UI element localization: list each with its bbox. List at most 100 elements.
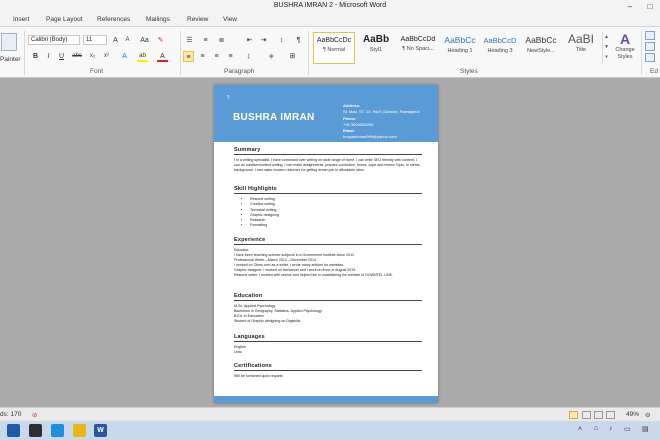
volume-icon[interactable]: ♪ bbox=[609, 425, 613, 432]
paste-icon[interactable] bbox=[1, 33, 17, 51]
maximize-icon[interactable]: □ bbox=[640, 0, 660, 14]
contact-info: Address: St. Mad. ST. 13 ,Hs#7,Gulistan,… bbox=[343, 103, 419, 141]
tab-references[interactable]: References bbox=[97, 16, 130, 23]
start-icon[interactable] bbox=[7, 424, 20, 437]
grow-font-button[interactable]: A bbox=[110, 35, 121, 46]
network-icon[interactable]: ⌂ bbox=[594, 425, 598, 432]
summary-text: I m a writing specialist. I have command… bbox=[234, 158, 420, 172]
tab-review[interactable]: Review bbox=[187, 16, 208, 23]
notifications-icon[interactable]: ▤ bbox=[642, 425, 649, 433]
style-heading-3[interactable]: AaBbCcD Heading 3 bbox=[479, 32, 521, 64]
find-icon[interactable] bbox=[645, 31, 655, 40]
window-title: BUSHRA IMRAN 2 - Microsoft Word bbox=[273, 2, 387, 9]
change-case-button[interactable]: Aa bbox=[139, 35, 150, 46]
format-painter-label[interactable]: Painter bbox=[0, 56, 21, 63]
clear-format-icon[interactable]: ✎ bbox=[155, 35, 166, 46]
paragraph-group-label: Paragraph bbox=[224, 68, 255, 75]
style-title[interactable]: AaBI Title bbox=[562, 32, 600, 64]
text-effects-button[interactable]: A bbox=[119, 51, 130, 62]
replace-icon[interactable] bbox=[645, 42, 655, 51]
style-normal[interactable]: AaBbCcDc ¶ Normal bbox=[313, 32, 355, 64]
tray-up-icon[interactable]: ˄ bbox=[578, 426, 582, 433]
strikethrough-button[interactable]: abc bbox=[70, 51, 84, 62]
ribbon: Painter Calibri (Body) 11 A A Aa ✎ B I U… bbox=[0, 27, 660, 78]
zoom-level[interactable]: 49% bbox=[626, 411, 639, 418]
styles-scroll[interactable]: ▲ ▼ ▾ bbox=[602, 32, 610, 64]
proofing-icon[interactable]: ⊘ bbox=[32, 411, 37, 419]
list-item: Student of Graphic designing on Digiskil… bbox=[234, 319, 302, 323]
phone-value: +92 3000000094 bbox=[343, 121, 374, 127]
font-size-select[interactable]: 11 bbox=[83, 35, 107, 45]
email-value: bnquanimran999@yahoo.com bbox=[343, 134, 397, 140]
style-heading-1-name: Heading 1 bbox=[447, 48, 473, 54]
style-styl1-name: Styl1 bbox=[369, 47, 383, 53]
style-newstyle-name: NewStyle... bbox=[527, 48, 555, 54]
show-formatting-button[interactable]: ¶ bbox=[293, 35, 304, 46]
italic-button[interactable]: I bbox=[43, 51, 54, 62]
style-newstyle[interactable]: AaBbCc NewStyle... bbox=[520, 32, 562, 64]
change-styles-button[interactable]: A Change Styles bbox=[612, 31, 638, 69]
document-page[interactable]: ¶ BUSHRA IMRAN Address: St. Mad. ST. 13 … bbox=[214, 85, 438, 403]
align-center-icon[interactable]: ≡ bbox=[197, 51, 208, 62]
tab-view[interactable]: View bbox=[223, 16, 237, 23]
change-styles-icon: A bbox=[619, 31, 631, 47]
borders-icon[interactable]: ⊞ bbox=[287, 51, 298, 62]
style-normal-name: ¶ Normal bbox=[322, 47, 346, 53]
education-body: M.Sc. Applied Psychology Bachelors in Ge… bbox=[234, 304, 422, 324]
style-heading-1-preview: AaBbCc bbox=[444, 35, 476, 45]
justify-icon[interactable]: ≡ bbox=[225, 51, 236, 62]
list-item: Formatting bbox=[250, 223, 422, 228]
style-styl1[interactable]: AaBb Styl1 bbox=[355, 32, 397, 64]
address-label: Address: bbox=[343, 103, 361, 108]
task-view-icon[interactable] bbox=[29, 424, 42, 437]
decrease-indent-icon[interactable]: ⇤ bbox=[244, 35, 255, 46]
print-layout-icon[interactable] bbox=[569, 411, 578, 419]
languages-body: English Urdu bbox=[234, 345, 422, 355]
align-right-icon[interactable]: ≡ bbox=[211, 51, 222, 62]
draft-icon[interactable] bbox=[606, 411, 615, 419]
file-explorer-icon[interactable] bbox=[73, 424, 86, 437]
line-spacing-icon[interactable]: ↨ bbox=[243, 51, 254, 62]
bold-button[interactable]: B bbox=[30, 51, 41, 62]
web-layout-icon[interactable] bbox=[594, 411, 603, 419]
increase-indent-icon[interactable]: ⇥ bbox=[258, 35, 269, 46]
sort-icon[interactable]: ↕ bbox=[276, 35, 287, 46]
style-heading-3-preview: AaBbCcD bbox=[483, 36, 517, 45]
tab-mailings[interactable]: Mailings bbox=[146, 16, 170, 23]
style-newstyle-preview: AaBbCc bbox=[525, 35, 557, 45]
tab-page-layout[interactable]: Page Layout bbox=[46, 16, 83, 23]
shading-icon[interactable]: ◈ bbox=[266, 51, 277, 62]
edge-icon[interactable] bbox=[51, 424, 64, 437]
style-title-name: Title bbox=[575, 47, 587, 53]
styles-group-label: Styles bbox=[460, 68, 478, 75]
numbering-icon[interactable]: ≡ bbox=[200, 35, 211, 46]
bullets-icon[interactable]: ☰ bbox=[184, 35, 195, 46]
experience-heading: Experience bbox=[234, 237, 422, 245]
email-label: Email: bbox=[343, 128, 356, 134]
certifications-heading: Certifications bbox=[234, 363, 422, 371]
word-icon[interactable]: W bbox=[94, 424, 107, 437]
highlight-button[interactable]: ab bbox=[137, 51, 148, 62]
align-left-icon[interactable]: ≡ bbox=[183, 51, 194, 62]
multilevel-list-icon[interactable]: ≣ bbox=[216, 35, 227, 46]
underline-button[interactable]: U bbox=[56, 51, 67, 62]
summary-section: Summary I m a writing specialist. I have… bbox=[234, 147, 422, 173]
style-normal-preview: AaBbCcDc bbox=[316, 37, 352, 44]
font-color-button[interactable]: A bbox=[157, 51, 168, 62]
superscript-button[interactable]: x² bbox=[101, 51, 112, 62]
shrink-font-button[interactable]: A bbox=[122, 35, 133, 46]
skills-heading: Skill Highlights bbox=[234, 186, 422, 194]
subscript-button[interactable]: x₂ bbox=[87, 51, 98, 62]
style-heading-1[interactable]: AaBbCc Heading 1 bbox=[439, 32, 481, 64]
word-count[interactable]: ds: 170 bbox=[0, 411, 21, 418]
full-screen-icon[interactable] bbox=[582, 411, 591, 419]
font-name-select[interactable]: Calibri (Body) bbox=[28, 35, 80, 45]
language-icon[interactable]: ▭ bbox=[624, 425, 631, 433]
editing-group-label: Ed bbox=[650, 68, 658, 75]
tab-insert[interactable]: Insert bbox=[13, 16, 29, 23]
minimize-icon[interactable]: – bbox=[620, 0, 640, 14]
select-icon[interactable] bbox=[645, 53, 655, 62]
paragraph-mark-icon: ¶ bbox=[227, 95, 230, 101]
zoom-out-icon[interactable]: ⊖ bbox=[645, 411, 650, 419]
style-no-spacing[interactable]: AaBbCcDd ¶ No Spaci... bbox=[397, 32, 439, 64]
